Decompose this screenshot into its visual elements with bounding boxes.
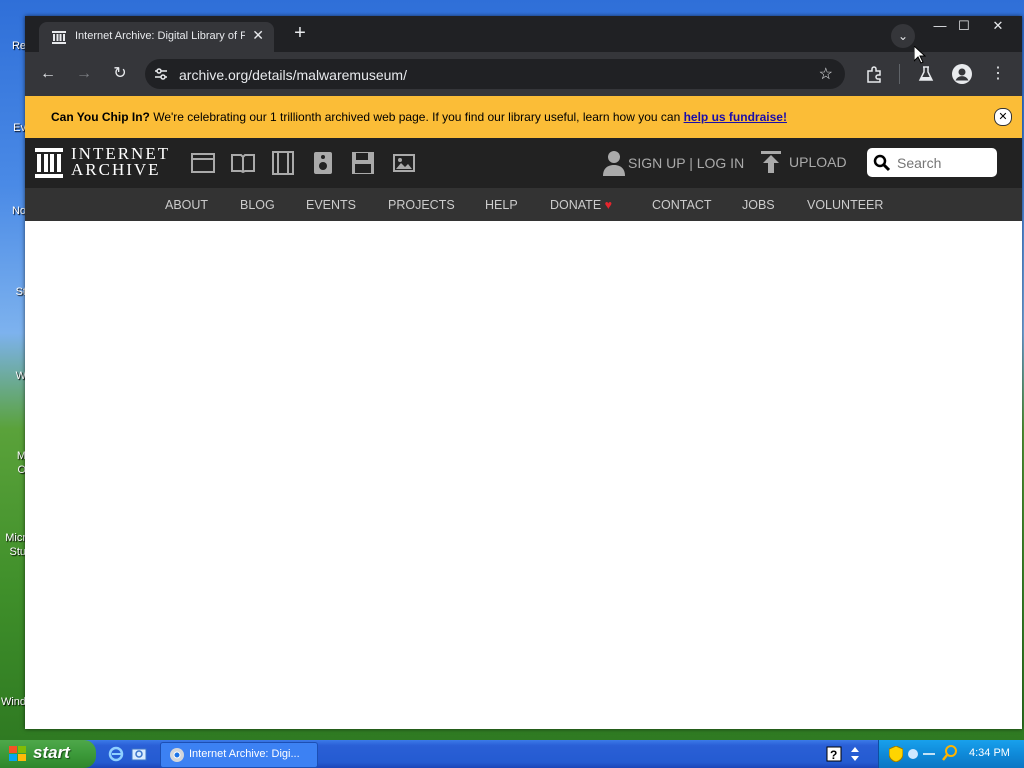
- internet-explorer-icon[interactable]: [108, 746, 124, 762]
- audio-speaker-icon[interactable]: [311, 151, 335, 175]
- outlook-express-icon[interactable]: [131, 746, 147, 762]
- desktop-icon-label[interactable]: M: [0, 450, 26, 462]
- desktop-icon-label[interactable]: St: [0, 286, 26, 298]
- help-icon[interactable]: ?: [826, 746, 842, 762]
- svg-text:?: ?: [830, 748, 837, 762]
- nav-events[interactable]: EVENTS: [306, 198, 356, 212]
- labs-flask-icon[interactable]: [917, 65, 935, 83]
- tab-bar: Internet Archive: Digital Library of Fre…: [25, 16, 1022, 52]
- web-page: Can You Chip In? We're celebrating our 1…: [25, 96, 1022, 729]
- desktop-icon-label[interactable]: Stu: [0, 546, 26, 558]
- reload-button[interactable]: ↻: [110, 64, 130, 84]
- tab-close-icon[interactable]: ✕: [252, 27, 264, 44]
- fundraise-banner: Can You Chip In? We're celebrating our 1…: [25, 96, 1022, 138]
- images-icon[interactable]: [391, 151, 415, 175]
- extensions-icon[interactable]: [865, 65, 883, 83]
- url-text: archive.org/details/malwaremuseum/: [179, 67, 407, 83]
- new-tab-button[interactable]: +: [289, 22, 311, 44]
- heart-icon: ♥: [604, 198, 613, 212]
- mouse-cursor-icon: [914, 46, 926, 64]
- desktop-icon-label[interactable]: O: [0, 464, 26, 476]
- nav-jobs[interactable]: JOBS: [742, 198, 775, 212]
- tab-title: Internet Archive: Digital Library of Fre…: [75, 30, 245, 42]
- start-label: start: [33, 743, 70, 762]
- texts-book-icon[interactable]: [231, 151, 255, 175]
- search-input[interactable]: [895, 154, 995, 172]
- ia-logo-line2: ARCHIVE: [71, 160, 161, 179]
- bookmark-star-icon[interactable]: ☆: [819, 64, 833, 84]
- taskbar: start Internet Archive: Digi... ? 4:34 P…: [0, 740, 1024, 768]
- back-button[interactable]: ←: [38, 64, 58, 84]
- browser-menu-button[interactable]: ⋮: [988, 64, 1008, 84]
- maximize-button[interactable]: ☐: [949, 16, 979, 36]
- chrome-icon: [170, 748, 184, 762]
- profile-avatar-icon[interactable]: [952, 64, 972, 84]
- ia-nav-bar: ABOUT BLOG EVENTS PROJECTS HELP DONATE ♥…: [25, 188, 1022, 221]
- ia-logo-text: INTERNET ARCHIVE: [71, 145, 170, 179]
- address-bar[interactable]: archive.org/details/malwaremuseum/ ☆: [145, 59, 845, 89]
- desktop-icon-label[interactable]: W: [0, 370, 26, 382]
- desktop-icon-label[interactable]: No: [0, 205, 26, 217]
- scroll-arrows-icon[interactable]: [848, 744, 862, 764]
- software-floppy-icon[interactable]: [351, 151, 375, 175]
- browser-window: Internet Archive: Digital Library of Fre…: [25, 16, 1022, 729]
- nav-blog[interactable]: BLOG: [240, 198, 275, 212]
- nav-contact[interactable]: CONTACT: [652, 198, 712, 212]
- tab-internet-archive[interactable]: Internet Archive: Digital Library of Fre…: [39, 22, 274, 52]
- ia-header: INTERNET ARCHIVE SIGN UP | LOG IN UPLOAD…: [25, 138, 1022, 188]
- windows-logo-icon: [9, 746, 26, 761]
- upload-icon[interactable]: [761, 151, 781, 173]
- banner-close-icon[interactable]: ✕: [994, 108, 1012, 126]
- web-icon[interactable]: [191, 151, 215, 175]
- page-content-blank: [25, 221, 1022, 729]
- internet-archive-favicon-icon: [52, 31, 66, 44]
- start-button[interactable]: start: [0, 740, 96, 768]
- browser-toolbar: ← → ↻ archive.org/details/malwaremuseum/…: [25, 52, 1022, 96]
- video-film-icon[interactable]: [271, 151, 295, 175]
- fundraise-link[interactable]: help us fundraise!: [684, 110, 787, 124]
- ia-building-icon: [35, 148, 63, 178]
- desktop-icon-label[interactable]: Wind: [0, 696, 26, 708]
- sign-up-login-link[interactable]: SIGN UP | LOG IN: [628, 155, 744, 171]
- desktop-icon-label[interactable]: Micr: [0, 532, 26, 544]
- close-window-button[interactable]: ✕: [983, 16, 1013, 36]
- toolbar-divider: [899, 64, 900, 84]
- nav-about[interactable]: ABOUT: [165, 198, 208, 212]
- nav-donate-label: DONATE: [550, 198, 602, 212]
- site-info-icon[interactable]: [153, 66, 169, 82]
- desktop-icon-label[interactable]: Ev: [0, 122, 26, 134]
- banner-body: We're celebrating our 1 trillionth archi…: [149, 110, 684, 124]
- nav-volunteer[interactable]: VOLUNTEER: [807, 198, 883, 212]
- user-icon[interactable]: [603, 150, 625, 176]
- tab-search-button[interactable]: ⌄: [891, 24, 915, 48]
- banner-lead: Can You Chip In?: [51, 110, 150, 124]
- banner-message: Can You Chip In? We're celebrating our 1…: [51, 110, 787, 124]
- upload-link[interactable]: UPLOAD: [789, 154, 847, 170]
- nav-donate[interactable]: DONATE ♥: [550, 198, 612, 212]
- forward-button[interactable]: →: [74, 64, 94, 84]
- nav-help[interactable]: HELP: [485, 198, 518, 212]
- search-tray-icon[interactable]: [942, 745, 958, 762]
- desktop-icon-label[interactable]: Re: [0, 40, 26, 52]
- taskbar-button-label: Internet Archive: Digi...: [189, 748, 300, 760]
- system-tray: 4:34 PM: [878, 740, 1024, 768]
- security-shield-icon[interactable]: [889, 746, 903, 762]
- taskbar-button-browser[interactable]: Internet Archive: Digi...: [160, 742, 318, 768]
- tray-arrow-icon[interactable]: [923, 749, 935, 759]
- nav-projects[interactable]: PROJECTS: [388, 198, 455, 212]
- network-icon[interactable]: [906, 746, 920, 762]
- taskbar-clock: 4:34 PM: [969, 747, 1010, 759]
- ia-search-box[interactable]: [867, 148, 997, 177]
- search-icon[interactable]: [873, 154, 891, 172]
